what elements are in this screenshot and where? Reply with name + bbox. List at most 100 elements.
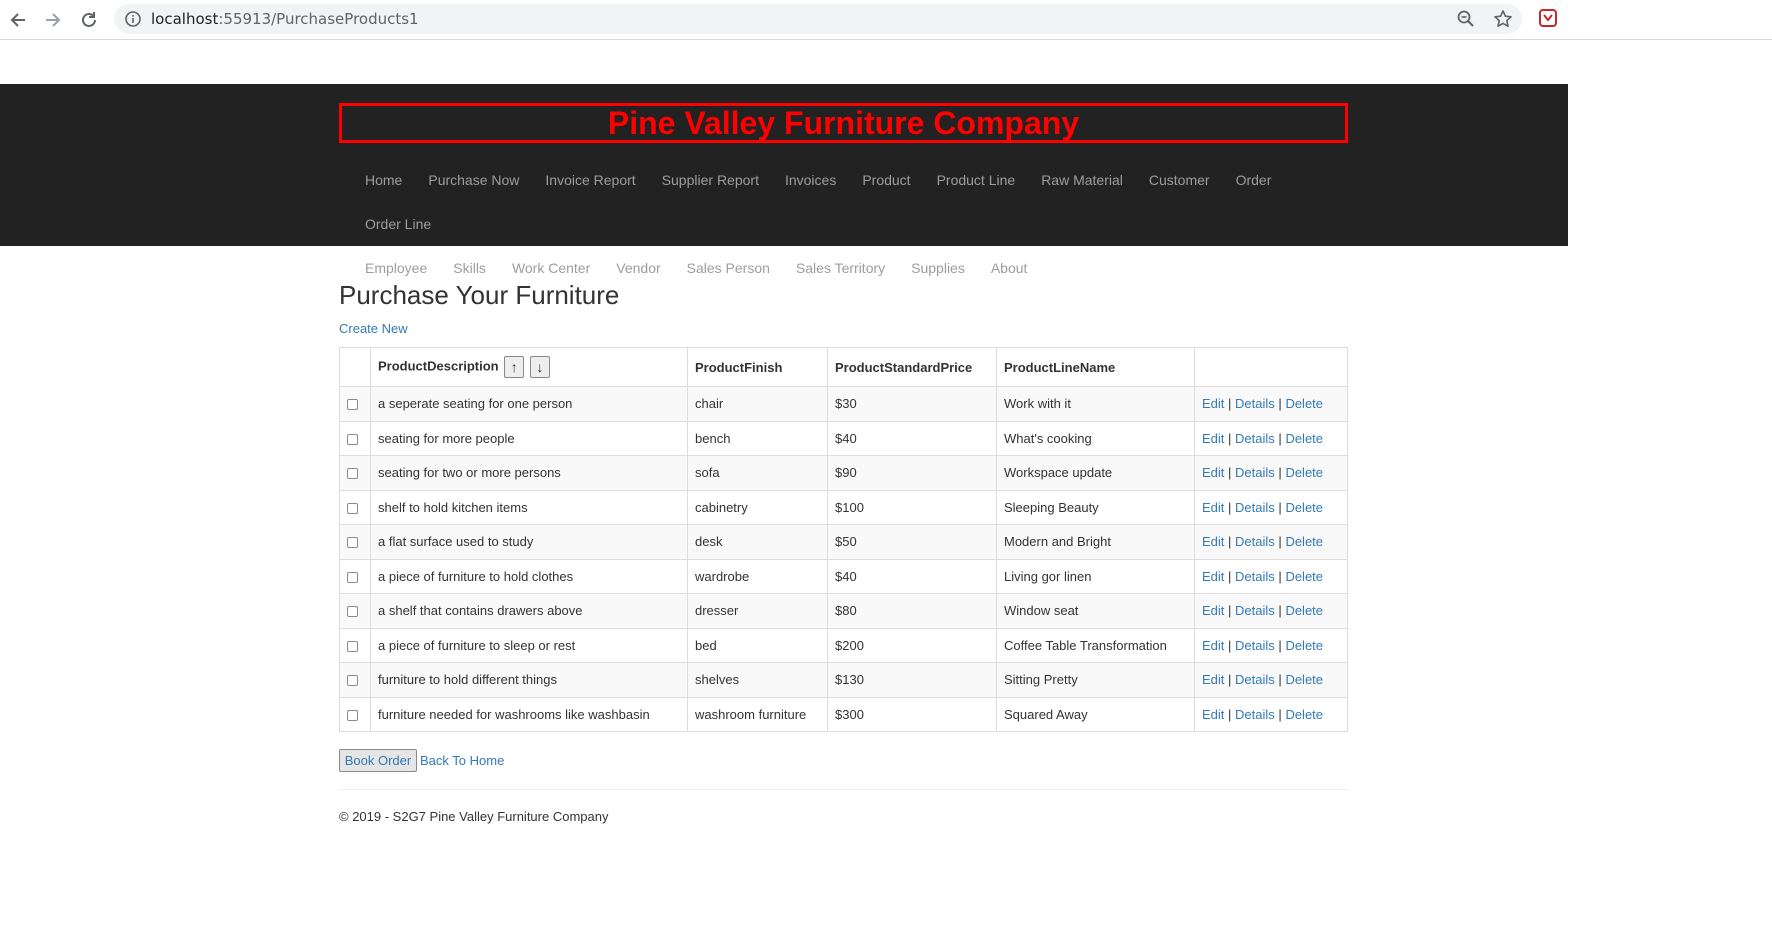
cell-finish: wardrobe (687, 558, 828, 594)
action-separator: | (1278, 706, 1282, 722)
row-checkbox[interactable] (347, 606, 358, 618)
delete-link[interactable]: Delete (1285, 431, 1323, 446)
row-checkbox[interactable] (347, 571, 358, 583)
back-icon[interactable] (6, 8, 30, 32)
action-separator: | (1278, 568, 1282, 584)
delete-link[interactable]: Delete (1285, 603, 1323, 618)
row-checkbox[interactable] (347, 433, 358, 445)
row-checkbox[interactable] (347, 537, 358, 549)
details-link[interactable]: Details (1235, 672, 1275, 687)
nav-item-sales-person[interactable]: Sales Person (674, 246, 783, 290)
delete-link[interactable]: Delete (1285, 569, 1323, 584)
nav-item-customer[interactable]: Customer (1136, 158, 1223, 202)
cell-price: $50 (827, 524, 997, 560)
nav-item-sales-territory[interactable]: Sales Territory (783, 246, 898, 290)
edit-link[interactable]: Edit (1202, 534, 1224, 549)
url-text: localhost:55913/PurchaseProducts1 (151, 10, 419, 28)
nav-item-order[interactable]: Order (1223, 158, 1285, 202)
cell-actions: Edit | Details | Delete (1194, 489, 1348, 525)
cell-line-name: Workspace update (996, 455, 1195, 491)
brand-title[interactable]: Pine Valley Furniture Company (339, 103, 1348, 143)
nav-item-home[interactable]: Home (352, 158, 415, 202)
nav-item-raw-material[interactable]: Raw Material (1028, 158, 1136, 202)
create-new-link[interactable]: Create New (339, 321, 408, 336)
cell-description: a flat surface used to study (370, 524, 688, 560)
nav-item-about[interactable]: About (978, 246, 1041, 290)
nav-item-invoice-report[interactable]: Invoice Report (532, 158, 648, 202)
row-checkbox[interactable] (347, 640, 358, 652)
cell-actions: Edit | Details | Delete (1194, 662, 1348, 698)
action-separator: | (1228, 637, 1232, 653)
cell-line-name: What's cooking (996, 420, 1195, 456)
star-icon[interactable] (1493, 9, 1513, 29)
details-link[interactable]: Details (1235, 569, 1275, 584)
nav-item-product-line[interactable]: Product Line (924, 158, 1029, 202)
address-bar[interactable]: localhost:55913/PurchaseProducts1 (114, 4, 1522, 34)
edit-link[interactable]: Edit (1202, 431, 1224, 446)
cell-description: a piece of furniture to sleep or rest (370, 627, 688, 663)
forward-icon[interactable] (41, 8, 65, 32)
edit-link[interactable]: Edit (1202, 638, 1224, 653)
extension-icon[interactable] (1538, 8, 1558, 28)
cell-price: $40 (827, 420, 997, 456)
nav-item-product[interactable]: Product (849, 158, 923, 202)
sort-descending-button[interactable]: ↓ (529, 356, 550, 378)
row-check-cell (339, 524, 371, 560)
row-checkbox[interactable] (347, 468, 358, 480)
details-link[interactable]: Details (1235, 707, 1275, 722)
action-separator: | (1228, 706, 1232, 722)
row-checkbox[interactable] (347, 709, 358, 721)
edit-link[interactable]: Edit (1202, 603, 1224, 618)
cell-description: furniture needed for washrooms like wash… (370, 696, 688, 732)
back-to-home-link[interactable]: Back To Home (420, 753, 504, 768)
cell-description: furniture to hold different things (370, 662, 688, 698)
edit-link[interactable]: Edit (1202, 707, 1224, 722)
nav-item-invoices[interactable]: Invoices (772, 158, 849, 202)
delete-link[interactable]: Delete (1285, 534, 1323, 549)
reload-icon[interactable] (77, 8, 101, 32)
delete-link[interactable]: Delete (1285, 672, 1323, 687)
info-icon[interactable] (124, 10, 142, 28)
cell-price: $30 (827, 386, 997, 422)
details-link[interactable]: Details (1235, 638, 1275, 653)
details-link[interactable]: Details (1235, 500, 1275, 515)
nav-item-supplier-report[interactable]: Supplier Report (649, 158, 772, 202)
table-header-row: ProductDescription ↑ ↓ ProductFinish Pro… (339, 347, 1348, 387)
delete-link[interactable]: Delete (1285, 500, 1323, 515)
cell-line-name: Living gor linen (996, 558, 1195, 594)
url-path: :55913/PurchaseProducts1 (218, 10, 419, 28)
delete-link[interactable]: Delete (1285, 465, 1323, 480)
header-product-finish: ProductFinish (687, 347, 828, 387)
nav-item-purchase-now[interactable]: Purchase Now (415, 158, 532, 202)
cell-finish: chair (687, 386, 828, 422)
edit-link[interactable]: Edit (1202, 500, 1224, 515)
cell-price: $100 (827, 489, 997, 525)
details-link[interactable]: Details (1235, 465, 1275, 480)
cell-line-name: Sleeping Beauty (996, 489, 1195, 525)
edit-link[interactable]: Edit (1202, 672, 1224, 687)
book-order-button[interactable]: Book Order (339, 749, 417, 772)
edit-link[interactable]: Edit (1202, 396, 1224, 411)
sort-ascending-button[interactable]: ↑ (504, 356, 525, 378)
nav-item-order-line[interactable]: Order Line (352, 202, 444, 246)
details-link[interactable]: Details (1235, 431, 1275, 446)
main-nav-list: Home Purchase Now Invoice Report Supplier R… (352, 158, 1352, 290)
row-checkbox[interactable] (347, 502, 358, 514)
cell-line-name: Window seat (996, 593, 1195, 629)
table-row: a piece of furniture to hold clothes ward… (339, 558, 1348, 594)
nav-item-supplies[interactable]: Supplies (898, 246, 978, 290)
details-link[interactable]: Details (1235, 534, 1275, 549)
details-link[interactable]: Details (1235, 603, 1275, 618)
delete-link[interactable]: Delete (1285, 638, 1323, 653)
row-checkbox[interactable] (347, 399, 358, 411)
delete-link[interactable]: Delete (1285, 396, 1323, 411)
details-link[interactable]: Details (1235, 396, 1275, 411)
footer-divider (339, 789, 1348, 790)
edit-link[interactable]: Edit (1202, 569, 1224, 584)
delete-link[interactable]: Delete (1285, 707, 1323, 722)
row-checkbox[interactable] (347, 675, 358, 687)
zoom-icon[interactable] (1456, 9, 1476, 29)
action-separator: | (1228, 672, 1232, 688)
cell-finish: cabinetry (687, 489, 828, 525)
edit-link[interactable]: Edit (1202, 465, 1224, 480)
